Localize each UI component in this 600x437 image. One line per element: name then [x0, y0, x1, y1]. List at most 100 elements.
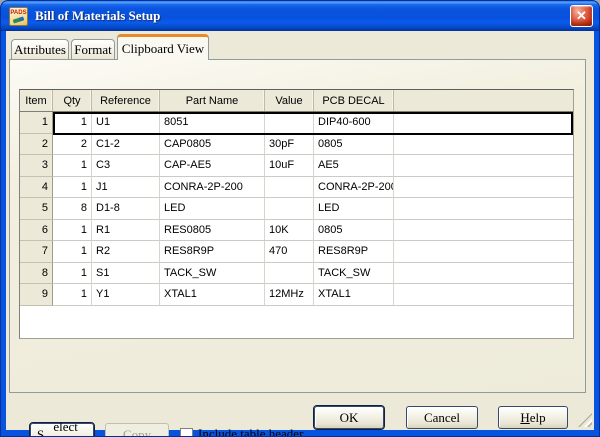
value-cell[interactable] — [265, 263, 314, 285]
pcb-decal-cell[interactable]: DIP40-600 — [314, 112, 394, 134]
empty-cell[interactable] — [394, 263, 573, 285]
tab-clipboard-view[interactable]: Clipboard View — [117, 34, 209, 60]
qty-cell[interactable]: 1 — [53, 284, 92, 306]
empty-cell[interactable] — [394, 241, 573, 263]
tab-format-label: Format — [74, 42, 112, 58]
tab-clipboard-view-label: Clipboard View — [122, 41, 204, 57]
value-cell[interactable] — [265, 198, 314, 220]
row-header-cell[interactable]: 9 — [20, 284, 53, 306]
empty-cell[interactable] — [394, 155, 573, 177]
pcb-decal-cell[interactable]: TACK_SW — [314, 263, 394, 285]
reference-cell[interactable]: R1 — [92, 220, 160, 242]
table-row[interactable]: 8 1 S1 TACK_SW TACK_SW — [20, 263, 573, 285]
empty-cell[interactable] — [394, 112, 573, 134]
copy-button[interactable]: Copy — [105, 423, 169, 437]
pcb-decal-cell[interactable]: RES8R9P — [314, 241, 394, 263]
qty-cell[interactable]: 1 — [53, 241, 92, 263]
qty-cell[interactable]: 1 — [53, 220, 92, 242]
copy-label: opy — [132, 427, 152, 437]
table-header-row: Item Qty Reference Part Name Value PCB D… — [20, 90, 573, 112]
qty-cell[interactable]: 8 — [53, 198, 92, 220]
include-table-header-label[interactable]: Include table header — [198, 426, 303, 437]
part-name-cell[interactable]: CAP-AE5 — [160, 155, 265, 177]
column-header-empty — [394, 90, 573, 111]
part-name-cell[interactable]: XTAL1 — [160, 284, 265, 306]
value-cell[interactable]: 12MHz — [265, 284, 314, 306]
qty-cell[interactable]: 2 — [53, 134, 92, 156]
table-row[interactable]: 6 1 R1 RES0805 10K 0805 — [20, 220, 573, 242]
reference-cell[interactable]: U1 — [92, 112, 160, 134]
reference-cell[interactable]: D1-8 — [92, 198, 160, 220]
row-header-cell[interactable]: 6 — [20, 220, 53, 242]
empty-cell[interactable] — [394, 134, 573, 156]
clipboard-view-tab-page: Item Qty Reference Part Name Value PCB D… — [9, 59, 586, 393]
qty-cell[interactable]: 1 — [53, 177, 92, 199]
part-name-cell[interactable]: 8051 — [160, 112, 265, 134]
pads-app-icon: PADS — [9, 7, 28, 26]
empty-cell[interactable] — [394, 284, 573, 306]
part-name-cell[interactable]: TACK_SW — [160, 263, 265, 285]
pcb-decal-cell[interactable]: LED — [314, 198, 394, 220]
titlebar[interactable]: PADS Bill of Materials Setup ✕ — [1, 1, 599, 31]
select-all-mnemonic: S — [37, 427, 44, 437]
column-header-reference: Reference — [92, 90, 160, 111]
table-row[interactable]: 9 1 Y1 XTAL1 12MHz XTAL1 — [20, 284, 573, 306]
empty-cell[interactable] — [394, 220, 573, 242]
empty-cell[interactable] — [394, 177, 573, 199]
table-row[interactable]: 5 8 D1-8 LED LED — [20, 198, 573, 220]
window-title: Bill of Materials Setup — [35, 8, 160, 24]
ok-button[interactable]: OK — [314, 406, 384, 429]
bom-table: Item Qty Reference Part Name Value PCB D… — [19, 89, 574, 339]
row-header-cell[interactable]: 7 — [20, 241, 53, 263]
table-row[interactable]: 3 1 C3 CAP-AE5 10uF AE5 — [20, 155, 573, 177]
part-name-cell[interactable]: LED — [160, 198, 265, 220]
empty-cell[interactable] — [394, 198, 573, 220]
reference-cell[interactable]: R2 — [92, 241, 160, 263]
cancel-button[interactable]: Cancel — [406, 406, 478, 429]
part-name-cell[interactable]: RES0805 — [160, 220, 265, 242]
reference-cell[interactable]: S1 — [92, 263, 160, 285]
value-cell[interactable] — [265, 112, 314, 134]
value-cell[interactable]: 30pF — [265, 134, 314, 156]
tab-attributes[interactable]: Attributes — [11, 39, 69, 60]
part-name-cell[interactable]: CONRA-2P-200 — [160, 177, 265, 199]
row-header-cell[interactable]: 2 — [20, 134, 53, 156]
table-row[interactable]: 2 2 C1-2 CAP0805 30pF 0805 — [20, 134, 573, 156]
row-header-cell[interactable]: 4 — [20, 177, 53, 199]
row-header-cell[interactable]: 5 — [20, 198, 53, 220]
row-header-cell[interactable]: 3 — [20, 155, 53, 177]
include-table-header-checkbox[interactable] — [180, 428, 193, 437]
reference-cell[interactable]: C3 — [92, 155, 160, 177]
value-cell[interactable]: 10uF — [265, 155, 314, 177]
table-row[interactable]: 7 1 R2 RES8R9P 470 RES8R9P — [20, 241, 573, 263]
qty-cell[interactable]: 1 — [53, 155, 92, 177]
select-all-button[interactable]: Select All — [30, 423, 94, 437]
qty-cell[interactable]: 1 — [53, 112, 92, 134]
row-header-cell[interactable]: 8 — [20, 263, 53, 285]
qty-cell[interactable]: 1 — [53, 263, 92, 285]
pcb-decal-cell[interactable]: 0805 — [314, 220, 394, 242]
table-row[interactable]: 4 1 J1 CONRA-2P-200 CONRA-2P-200 — [20, 177, 573, 199]
ok-label: OK — [340, 410, 359, 426]
table-row[interactable]: 1 1 U1 8051 DIP40-600 — [20, 112, 573, 134]
reference-cell[interactable]: J1 — [92, 177, 160, 199]
part-name-cell[interactable]: CAP0805 — [160, 134, 265, 156]
pcb-decal-cell[interactable]: AE5 — [314, 155, 394, 177]
row-header-cell[interactable]: 1 — [20, 112, 53, 134]
part-name-cell[interactable]: RES8R9P — [160, 241, 265, 263]
close-button[interactable]: ✕ — [570, 5, 593, 27]
column-header-qty: Qty — [53, 90, 92, 111]
pcb-decal-cell[interactable]: CONRA-2P-200 — [314, 177, 394, 199]
bom-setup-dialog: PADS Bill of Materials Setup ✕ Attribute… — [0, 0, 600, 437]
reference-cell[interactable]: Y1 — [92, 284, 160, 306]
value-cell[interactable]: 470 — [265, 241, 314, 263]
include-table-header-option[interactable]: Include table header — [180, 426, 303, 437]
pcb-decal-cell[interactable]: XTAL1 — [314, 284, 394, 306]
pcb-decal-cell[interactable]: 0805 — [314, 134, 394, 156]
reference-cell[interactable]: C1-2 — [92, 134, 160, 156]
close-icon: ✕ — [576, 8, 587, 24]
value-cell[interactable] — [265, 177, 314, 199]
help-button[interactable]: Help — [498, 406, 568, 429]
value-cell[interactable]: 10K — [265, 220, 314, 242]
tab-format[interactable]: Format — [71, 39, 115, 60]
